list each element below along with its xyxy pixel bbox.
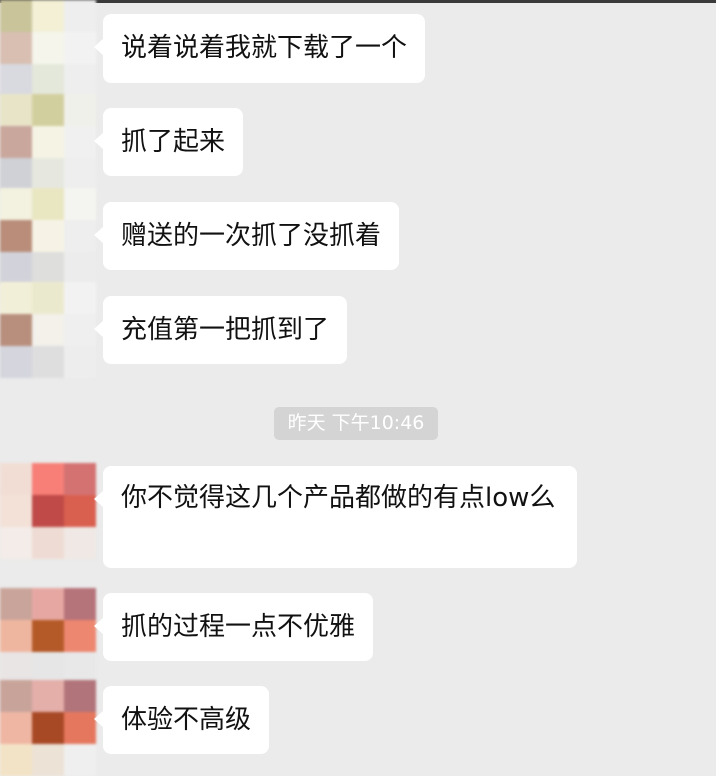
message-bubble[interactable]: 抓的过程一点不优雅 [93, 593, 374, 661]
contact-avatar-blurred[interactable] [0, 588, 96, 684]
message-text: 抓了起来 [121, 127, 226, 157]
message-text: 你不觉得这几个产品都做的有点low么 [121, 483, 556, 513]
message-bubble[interactable]: 你不觉得这几个产品都做的有点low么 [94, 466, 577, 568]
top-edge [0, 0, 716, 3]
message-bubble[interactable]: 体验不高级 [93, 686, 270, 754]
message-bubble[interactable]: 充值第一把抓到了 [93, 296, 348, 364]
message-bubble[interactable]: 赠送的一次抓了没抓着 [93, 202, 400, 270]
contact-avatar-blurred[interactable] [0, 463, 96, 559]
message-text: 体验不高级 [121, 705, 252, 735]
message-bubble[interactable]: 抓了起来 [93, 108, 244, 176]
contact-avatar-blurred[interactable] [0, 94, 96, 190]
message-text: 说着说着我就下载了一个 [121, 33, 408, 63]
contact-avatar-blurred[interactable] [0, 680, 96, 776]
message-text: 赠送的一次抓了没抓着 [121, 221, 382, 251]
contact-avatar-blurred[interactable] [0, 282, 96, 378]
message-text: 充值第一把抓到了 [121, 315, 330, 345]
timestamp-divider: 昨天 下午10:46 [274, 407, 438, 440]
contact-avatar-blurred[interactable] [0, 188, 96, 284]
message-bubble[interactable]: 说着说着我就下载了一个 [93, 14, 426, 83]
contact-avatar-blurred[interactable] [0, 0, 96, 96]
message-text: 抓的过程一点不优雅 [121, 612, 356, 642]
